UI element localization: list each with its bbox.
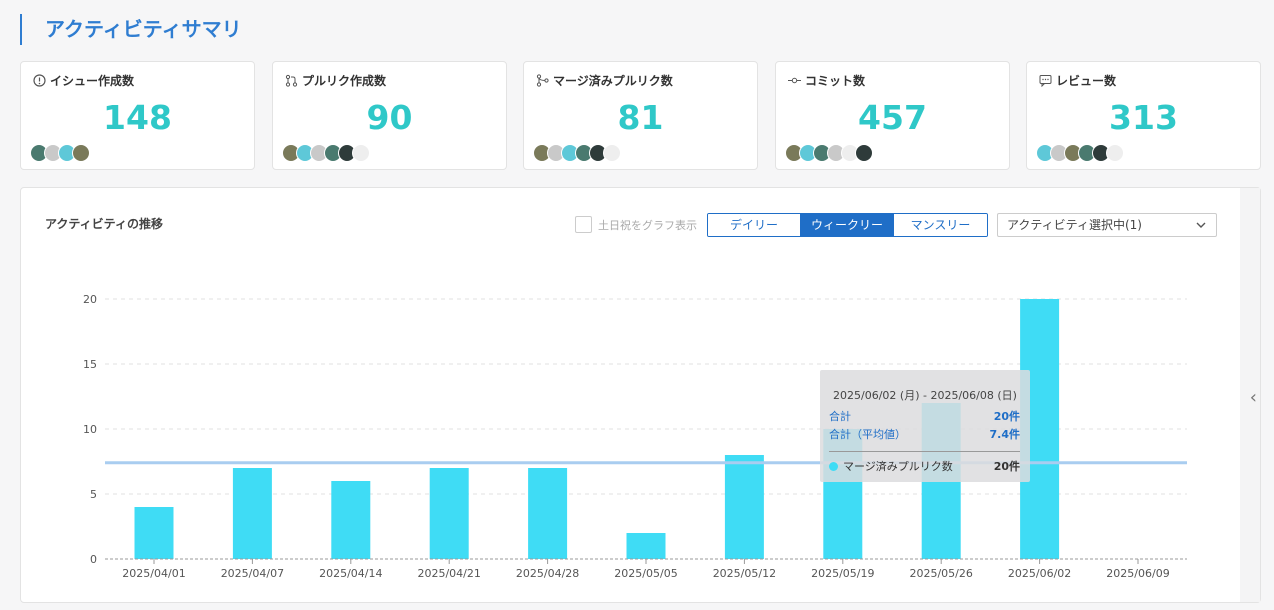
x-tick-label: 2025/06/09 (1106, 567, 1169, 580)
card-label: レビュー数 (1039, 72, 1116, 89)
x-tick-label: 2025/04/01 (122, 567, 185, 580)
y-tick-label: 20 (83, 293, 97, 306)
avatar[interactable] (603, 144, 621, 162)
tooltip-divider (829, 451, 1020, 452)
summary-card: マージ済みプルリク数 81 (523, 61, 758, 170)
avatar[interactable] (855, 144, 873, 162)
summary-card: プルリク作成数 90 (272, 61, 507, 170)
bar[interactable] (724, 455, 764, 559)
x-tick-label: 2025/05/19 (811, 567, 874, 580)
pull-request-icon (285, 74, 298, 87)
card-label: マージ済みプルリク数 (536, 72, 673, 89)
merge-icon (536, 74, 549, 87)
issue-icon (33, 74, 46, 87)
summary-card: コミット数 457 (775, 61, 1010, 170)
y-tick-label: 10 (83, 423, 97, 436)
x-tick-label: 2025/05/26 (909, 567, 972, 580)
card-label-text: マージ済みプルリク数 (553, 74, 673, 88)
x-tick-label: 2025/06/02 (1008, 567, 1071, 580)
bar[interactable] (232, 468, 272, 559)
x-tick-label: 2025/04/14 (319, 567, 382, 580)
y-tick-label: 15 (83, 358, 97, 371)
tooltip-series-row: マージ済みプルリク数 20件 (829, 458, 1020, 474)
contributor-avatars (282, 144, 370, 162)
card-label: プルリク作成数 (285, 72, 386, 89)
review-icon (1039, 75, 1052, 87)
card-label: イシュー作成数 (33, 72, 134, 89)
card-value: 81 (617, 98, 664, 137)
card-label: コミット数 (788, 72, 865, 89)
summary-card: イシュー作成数 148 (20, 61, 255, 170)
chart-tooltip: 2025/06/02 (月) - 2025/06/08 (日) 合計 20件 合… (820, 370, 1030, 482)
card-label-text: イシュー作成数 (50, 74, 135, 88)
bar[interactable] (626, 533, 666, 559)
tooltip-series-name: マージ済みプルリク数 (843, 460, 953, 473)
card-label-text: レビュー数 (1056, 74, 1117, 88)
y-tick-label: 5 (90, 488, 97, 501)
card-value: 313 (1109, 98, 1178, 137)
bar[interactable] (429, 468, 469, 559)
tooltip-series-value: 20件 (993, 460, 1020, 473)
card-label-text: コミット数 (805, 74, 866, 88)
summary-card: レビュー数 313 (1026, 61, 1261, 170)
tooltip-average-label: 合計（平均値） (829, 428, 906, 441)
tooltip-total-label: 合計 (829, 410, 851, 423)
chevron-left-icon: ‹ (1249, 387, 1257, 408)
contributor-avatars (785, 144, 873, 162)
contributor-avatars (30, 144, 90, 162)
x-tick-label: 2025/04/07 (221, 567, 284, 580)
x-tick-label: 2025/05/12 (713, 567, 776, 580)
tooltip-total-row: 合計 20件 (829, 408, 1020, 424)
bar[interactable] (134, 507, 174, 559)
avatar[interactable] (72, 144, 90, 162)
activity-trend-panel: アクティビティの推移 土日祝をグラフ表示 デイリー ウィークリー マンスリー ア… (20, 187, 1261, 603)
series-color-dot (829, 462, 838, 471)
tooltip-total-value: 20件 (993, 410, 1020, 423)
x-tick-label: 2025/05/05 (614, 567, 677, 580)
card-label-text: プルリク作成数 (302, 74, 387, 88)
page-title: アクティビティサマリ (20, 14, 242, 45)
x-tick-label: 2025/04/21 (417, 567, 480, 580)
bar[interactable] (528, 468, 568, 559)
card-value: 457 (858, 98, 927, 137)
tooltip-range: 2025/06/02 (月) - 2025/06/08 (日) (833, 389, 1017, 402)
side-panel-toggle[interactable]: ‹ (1240, 188, 1260, 602)
activity-chart: 0 5 10 15 20 2025/04/01 2025/04/07 2025/04/14 20… (83, 293, 1187, 580)
card-value: 90 (366, 98, 413, 137)
tooltip-average-row: 合計（平均値） 7.4件 (829, 426, 1020, 442)
contributor-avatars (1036, 144, 1124, 162)
contributor-avatars (533, 144, 621, 162)
avatar[interactable] (352, 144, 370, 162)
card-value: 148 (103, 98, 172, 137)
avatar[interactable] (1106, 144, 1124, 162)
tooltip-average-value: 7.4件 (989, 428, 1021, 441)
x-tick-label: 2025/04/28 (516, 567, 579, 580)
bar[interactable] (331, 481, 371, 559)
y-tick-label: 0 (90, 553, 97, 566)
commit-icon (788, 77, 801, 84)
